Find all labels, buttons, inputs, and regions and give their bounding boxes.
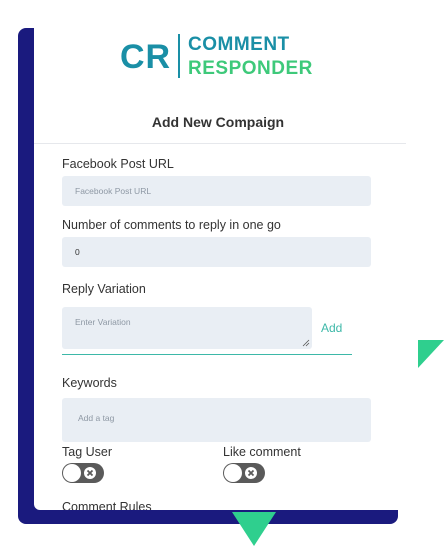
comments-count-input[interactable]: 0 [62,237,371,267]
tag-user-label: Tag User [62,445,113,459]
like-comment-label: Like comment [223,445,301,459]
comment-rules-label: Comment Rules [62,500,152,510]
post-url-input[interactable]: Facebook Post URL [62,176,371,206]
resize-handle-icon[interactable] [302,339,310,347]
toggle-knob [63,464,81,482]
logo-line-2: RESPONDER [188,58,313,79]
reply-variation-label: Reply Variation [62,282,146,296]
keywords-placeholder: Add a tag [78,413,115,423]
toggle-knob [224,464,242,482]
logo-divider [178,34,180,78]
keywords-label: Keywords [62,376,117,390]
post-url-placeholder: Facebook Post URL [75,186,152,196]
post-url-label: Facebook Post URL [62,157,174,171]
decor-triangle-right [418,340,444,368]
like-comment-toggle[interactable] [223,463,265,483]
add-variation-button[interactable]: Add [321,321,342,335]
tag-user-toggle[interactable] [62,463,104,483]
logo-line-1: COMMENT [188,34,290,55]
reply-variation-placeholder: Enter Variation [75,317,131,327]
brand-logo: CR COMMENT RESPONDER [120,32,340,82]
form-title: Add New Compaign [151,114,285,130]
title-divider [34,143,406,144]
comments-count-value: 0 [75,247,80,257]
close-icon [245,467,257,479]
reply-variation-textarea[interactable]: Enter Variation [62,307,312,349]
decor-triangle-bottom [232,512,276,546]
comments-count-label: Number of comments to reply in one go [62,218,281,232]
keywords-tag-input[interactable]: Add a tag [62,398,371,442]
logo-mark: CR [120,38,172,76]
close-icon [84,467,96,479]
variation-underline [62,354,352,355]
campaign-card: CR COMMENT RESPONDER Add New Compaign Fa… [34,18,406,510]
